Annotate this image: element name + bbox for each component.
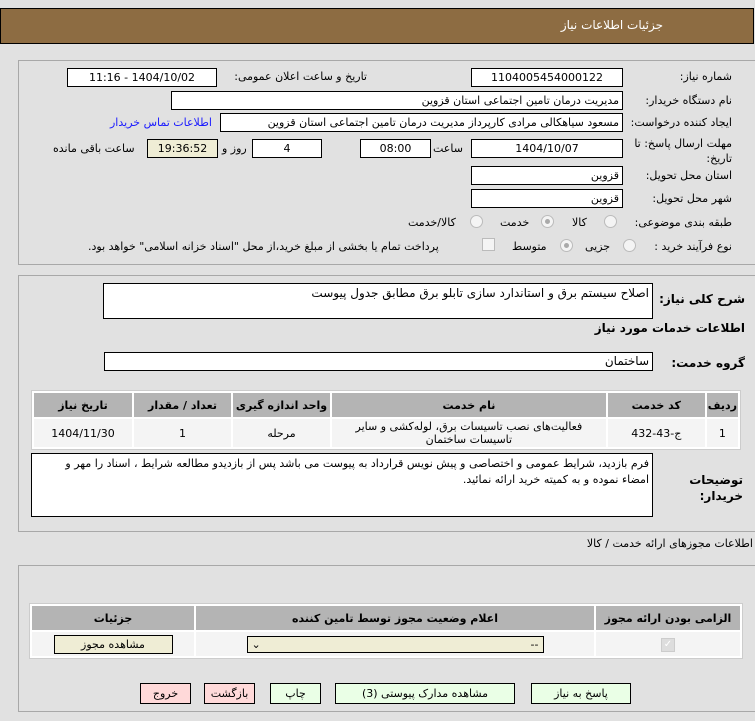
process-label: نوع فرآیند خرید : (654, 240, 732, 253)
cell-row: 1 (706, 419, 738, 447)
category-option-goods: کالا (572, 216, 587, 229)
description-textarea[interactable]: اصلاح سیستم برق و استاندارد سازی تابلو ب… (103, 283, 653, 319)
category-option-service: خدمت (500, 216, 530, 229)
service-group-label: گروه خدمت: (671, 356, 745, 370)
remaining-label: ساعت باقی مانده (53, 142, 135, 155)
services-header-row: ردیف کد خدمت نام خدمت واحد اندازه گیری ت… (34, 393, 738, 417)
deadline-label: مهلت ارسال پاسخ: تا تاریخ: (634, 137, 732, 165)
services-title: اطلاعات خدمات مورد نیاز (594, 321, 745, 335)
payment-checkbox[interactable] (482, 238, 495, 251)
category-option-goods-service: کالا/خدمت (408, 216, 456, 229)
city-label: شهر محل تحویل: (652, 192, 732, 205)
process-option-medium: متوسط (512, 240, 547, 253)
notes-label: توضیحات خریدار: (689, 473, 743, 503)
announce-label: تاریخ و ساعت اعلان عمومی: (234, 70, 367, 83)
time-label: ساعت (433, 142, 463, 155)
back-button[interactable]: بازگشت (204, 683, 255, 704)
view-permit-button[interactable]: مشاهده مجوز (53, 634, 173, 654)
province-label: استان محل تحویل: (645, 169, 732, 182)
table-row: ✓ ⌄ -- مشاهده مجوز (32, 632, 740, 656)
reply-button[interactable]: پاسخ به نیاز (531, 683, 631, 704)
remaining-time-field: 19:36:52 (147, 139, 218, 158)
table-row: 1 ج-43-432 فعالیت‌های نصب تاسیسات برق، ل… (34, 419, 738, 447)
cell-qty: 1 (134, 419, 231, 447)
cell-unit: مرحله (233, 419, 330, 447)
need-number-label: شماره نیاز: (679, 70, 732, 83)
category-radio-goods[interactable] (604, 215, 617, 228)
col-details: جزئیات (32, 606, 194, 630)
deadline-time-field: 08:00 (360, 139, 431, 158)
exit-button[interactable]: خروج (140, 683, 191, 704)
cell-date: 1404/11/30 (34, 419, 132, 447)
cell-code: ج-43-432 (607, 419, 705, 447)
permit-status-select[interactable]: ⌄ -- (246, 635, 544, 653)
cell-name: فعالیت‌های نصب تاسیسات برق، لوله‌کشی و س… (332, 419, 606, 447)
process-radio-medium[interactable] (560, 239, 573, 252)
process-option-minor: جزیی (585, 240, 611, 253)
buyer-label: نام دستگاه خریدار: (645, 94, 732, 107)
col-status: اعلام وضعیت مجوز توسط تامین کننده (196, 606, 594, 630)
col-unit: واحد اندازه گیری (233, 393, 330, 417)
attachments-button[interactable]: مشاهده مدارک پیوستی (3) (335, 683, 515, 704)
permits-table: الزامی بودن ارائه مجوز اعلام وضعیت مجوز … (29, 603, 743, 659)
description-label: شرح کلی نیاز: (659, 292, 745, 306)
select-value: -- (530, 637, 539, 651)
announce-field: 1404/10/02 - 11:16 (67, 68, 217, 87)
deadline-date-field: 1404/10/07 (471, 139, 623, 158)
process-radio-minor[interactable] (623, 239, 636, 252)
cell-details: مشاهده مجوز (32, 632, 194, 656)
buyer-notes-textarea[interactable]: فرم بازدید، شرایط عمومی و اختصاصی و پیش … (31, 453, 653, 517)
services-table: ردیف کد خدمت نام خدمت واحد اندازه گیری ت… (31, 390, 741, 450)
city-field: قزوین (471, 189, 623, 208)
required-checkbox[interactable]: ✓ (661, 637, 675, 652)
cell-status: ⌄ -- (196, 632, 594, 656)
col-name: نام خدمت (332, 393, 606, 417)
col-required: الزامی بودن ارائه مجوز (596, 606, 740, 630)
page-header: جزئیات اطلاعات نیاز (0, 8, 754, 44)
service-group-field: ساختمان (104, 352, 653, 371)
col-qty: تعداد / مقدار (134, 393, 231, 417)
category-radio-service[interactable] (541, 215, 554, 228)
creator-field: مسعود سیاهکالی مرادی کارپرداز مدیریت درم… (220, 113, 623, 132)
chevron-down-icon: ⌄ (251, 637, 261, 651)
cell-required: ✓ (596, 632, 740, 656)
creator-label: ایجاد کننده درخواست: (630, 116, 732, 129)
need-number-field: 1104005454000122 (471, 68, 623, 87)
buyer-field: مدیریت درمان تامین اجتماعی استان قزوین (171, 91, 623, 110)
days-label: روز و (222, 142, 247, 155)
col-code: کد خدمت (607, 393, 705, 417)
col-date: تاریخ نیاز (34, 393, 132, 417)
col-row: ردیف (706, 393, 738, 417)
province-field: قزوین (471, 166, 623, 185)
page-title: جزئیات اطلاعات نیاز (560, 18, 663, 32)
category-radio-goods-service[interactable] (470, 215, 483, 228)
contact-buyer-link[interactable]: اطلاعات تماس خریدار (110, 116, 212, 129)
permits-title: اطلاعات مجوزهای ارائه خدمت / کالا (586, 537, 753, 550)
days-field: 4 (252, 139, 322, 158)
payment-note: پرداخت تمام یا بخشی از مبلغ خرید،از محل … (88, 240, 439, 253)
print-button[interactable]: چاپ (270, 683, 321, 704)
category-label: طبقه بندی موضوعی: (634, 216, 732, 229)
